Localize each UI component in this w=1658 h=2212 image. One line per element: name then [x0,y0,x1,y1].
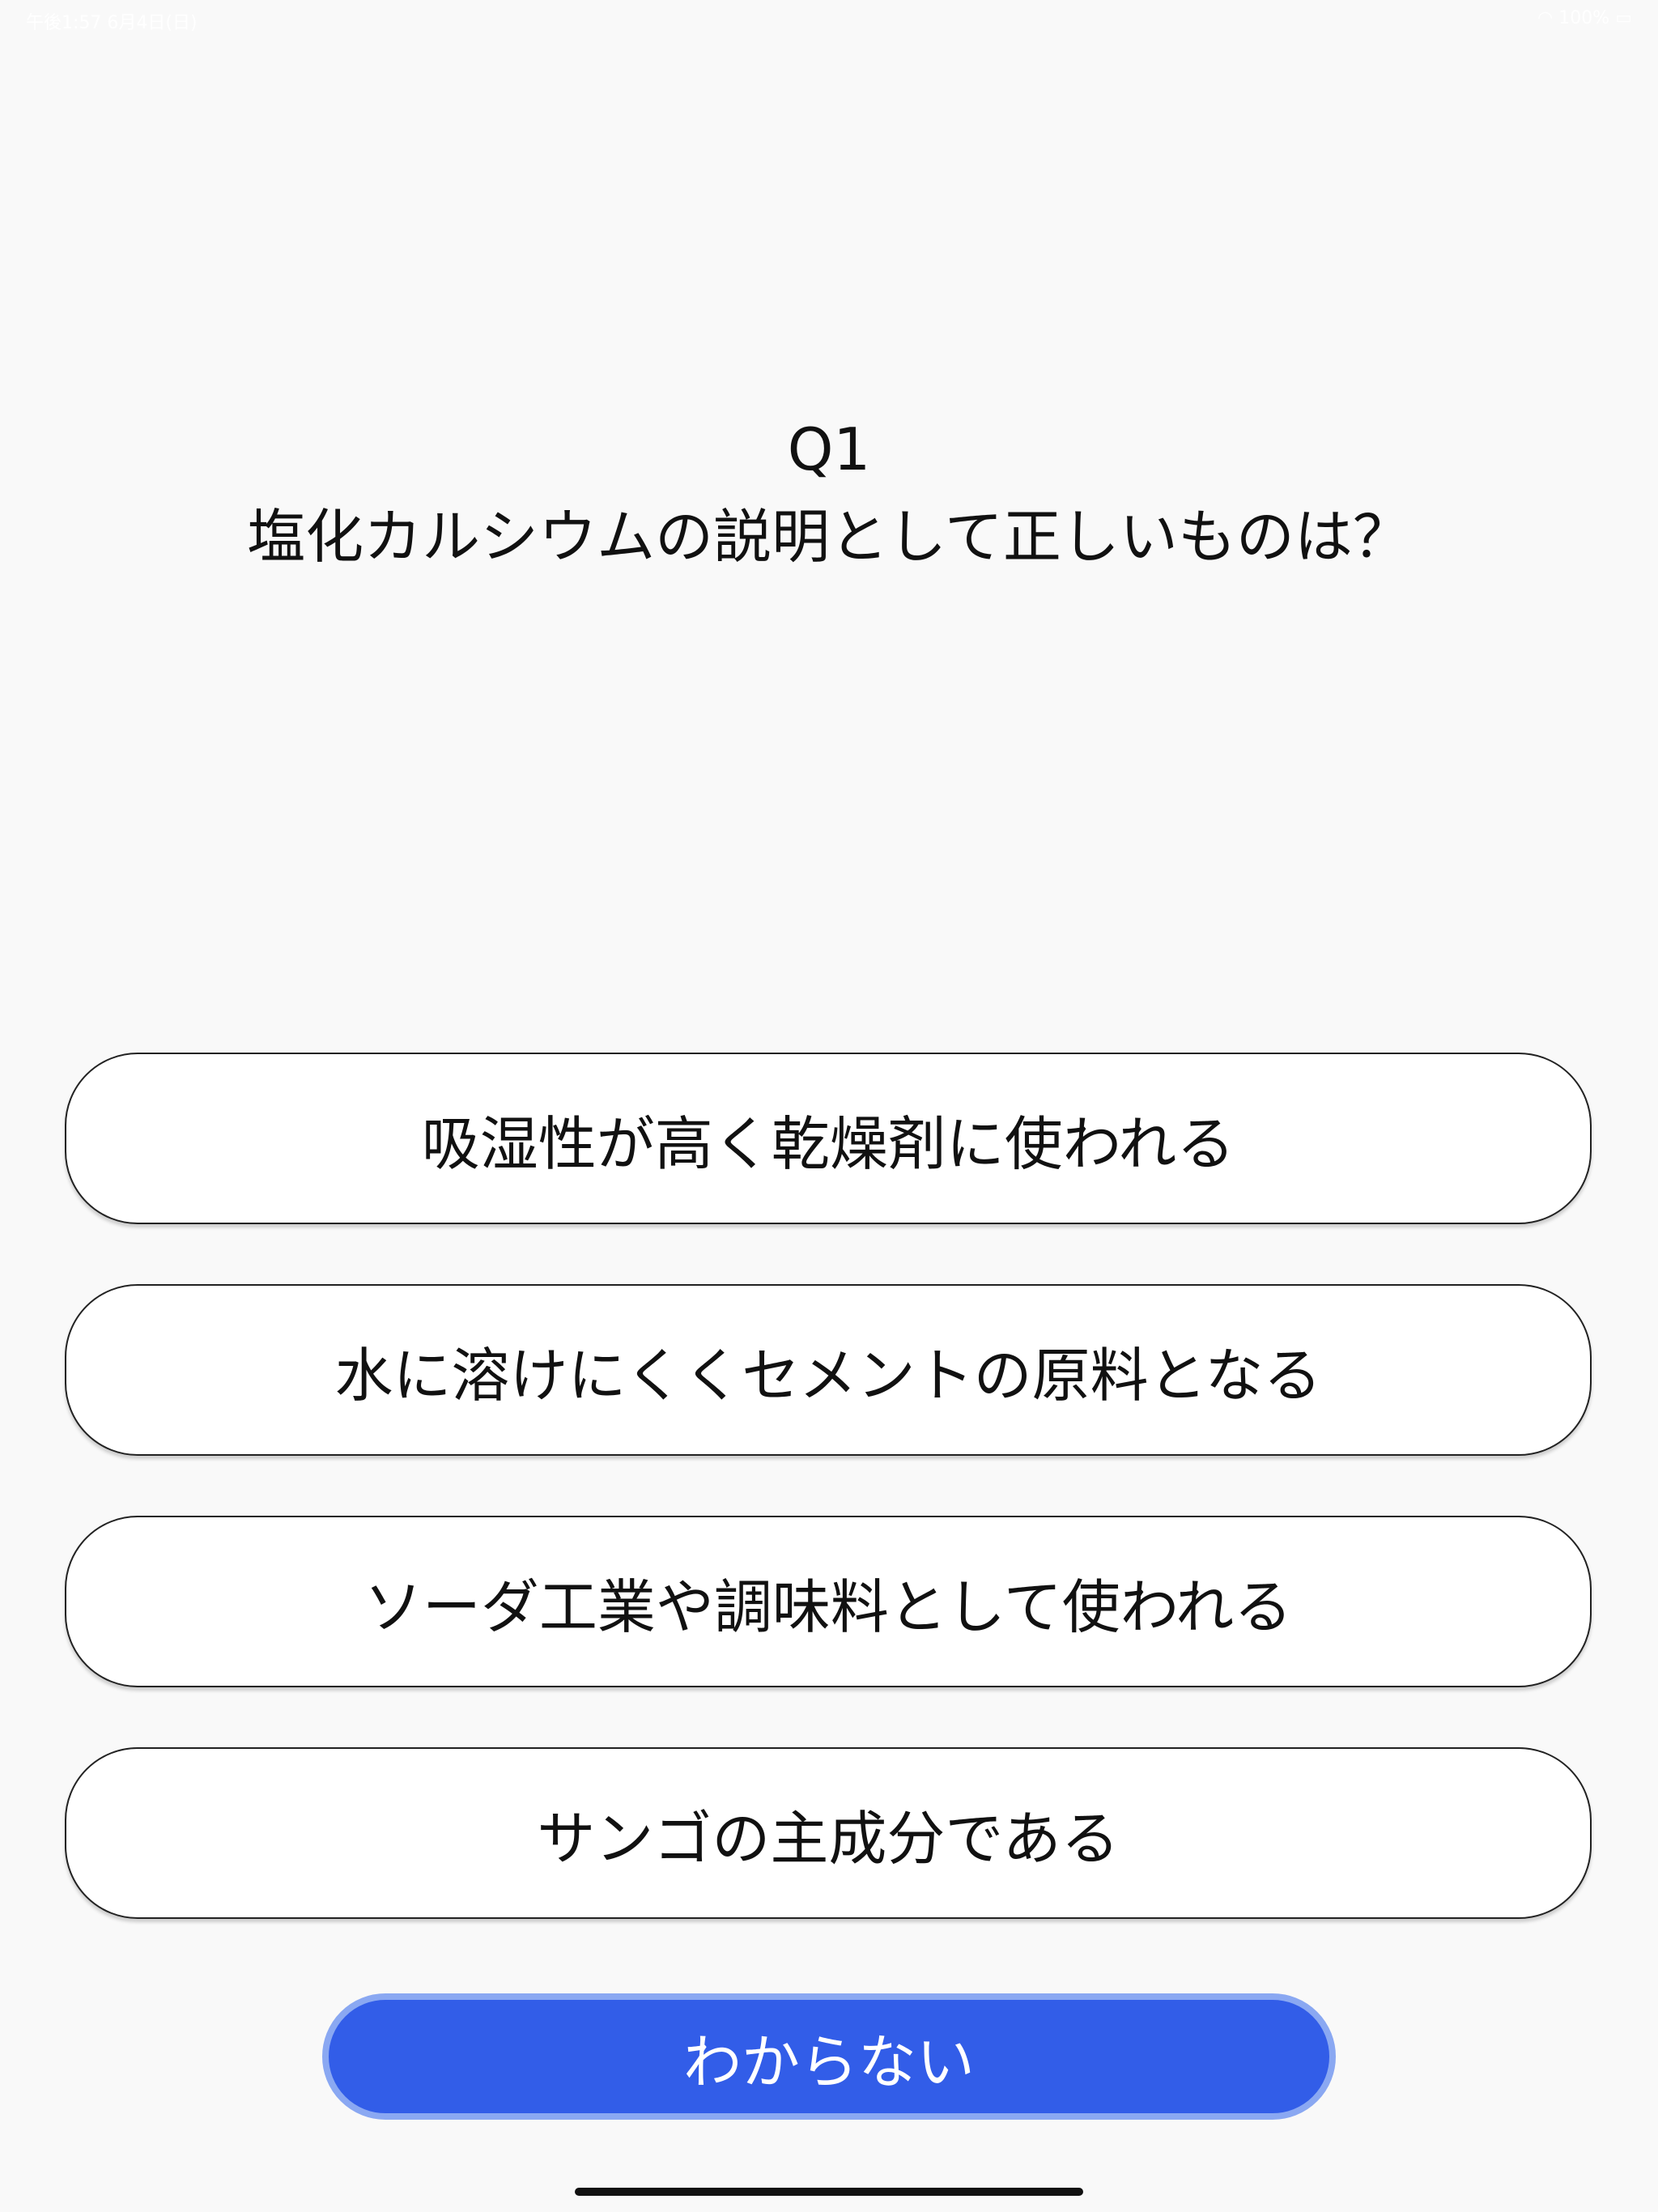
answer-option-4[interactable]: サンゴの主成分である [65,1747,1592,1919]
answer-option-3[interactable]: ソーダ工業や調味料として使われる [65,1516,1592,1687]
answer-option-2[interactable]: 水に溶けにくくセメントの原料となる [65,1284,1592,1456]
question-number: Q1 [787,415,871,483]
status-time-date: 午後1:57 6月4日(日) [26,13,198,33]
question-text: 塩化カルシウムの説明として正しいものは？ [247,503,1411,571]
answer-option-1[interactable]: 吸湿性が高く乾燥剤に使われる [65,1053,1592,1224]
answer-option-label: 水に溶けにくくセメントの原料となる [334,1341,1322,1410]
quiz-screen: 午後1:57 6月4日(日) ◠ 100% ▭ Q1 塩化カルシウムの説明として… [0,0,1658,2212]
answer-option-label: ソーダ工業や調味料として使われる [363,1572,1293,1641]
dont-know-button[interactable]: わからない [322,1993,1336,2120]
battery-percentage: 100% [1558,8,1610,28]
dont-know-label: わからない [682,2027,975,2096]
answer-option-label: サンゴの主成分である [537,1804,1120,1873]
wifi-icon: ◠ [1537,8,1554,28]
status-right-group: ◠ 100% ▭ [1537,8,1632,28]
home-indicator[interactable] [575,2188,1083,2196]
battery-icon: ▭ [1615,8,1632,28]
answer-option-label: 吸湿性が高く乾燥剤に使われる [421,1109,1235,1178]
status-bar: 午後1:57 6月4日(日) ◠ 100% ▭ [0,0,1658,39]
